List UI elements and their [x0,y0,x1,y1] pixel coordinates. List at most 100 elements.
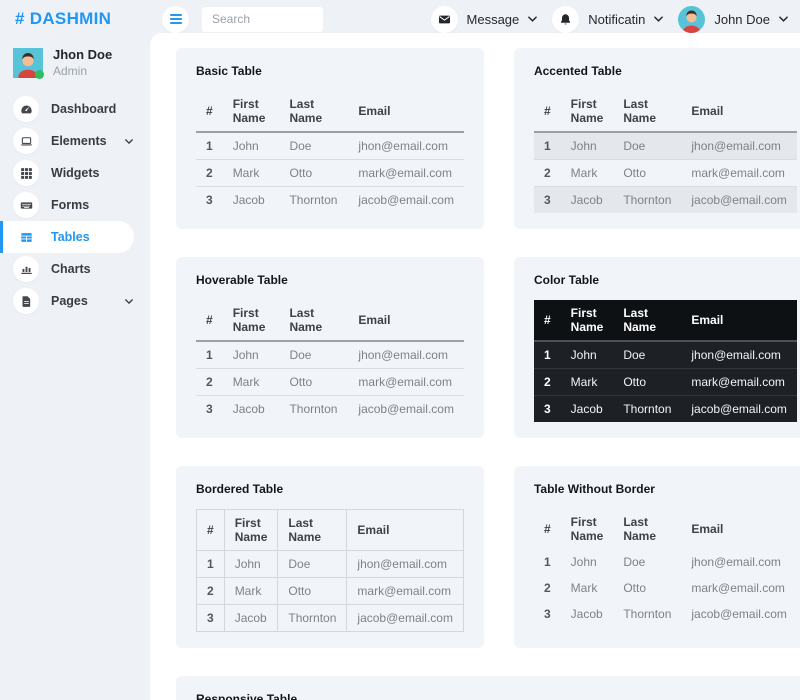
table-cell: Otto [279,160,348,187]
chevron-down-icon [654,16,663,22]
table-row[interactable]: 2MarkOttomark@email.com [196,369,464,396]
row-number: 2 [197,578,225,605]
card-responsive-table: Responsive Table #First NameLast NameEma… [176,676,800,700]
card-title: Table Without Border [534,482,797,496]
chevron-down-icon [125,299,133,304]
row-number: 2 [196,160,223,187]
table-row: 2MarkOttomark@email.com [196,160,464,187]
user-dropdown[interactable]: John Doe [678,6,788,33]
card-bordered-table: Bordered Table #First NameLast NameEmail… [176,466,484,648]
table-cell: Mark [561,160,614,187]
card-title: Color Table [534,273,797,287]
table-cell: jacob@email.com [681,396,797,423]
sidebar-item-elements[interactable]: Elements [0,125,150,157]
sidebar-item-forms[interactable]: Forms [0,189,150,221]
column-header: # [534,509,561,549]
sidebar: Jhon Doe Admin Dashboard Elements Widget… [0,38,150,700]
brand-logo[interactable]: # DASHMIN [15,9,143,29]
column-header: First Name [223,91,280,132]
table-cell: Thornton [279,187,348,214]
table-row: 1JohnDoejhon@email.com [197,551,464,578]
message-label: Message [467,12,520,27]
widgets-icon [13,160,39,186]
table-header-row: #First NameLast NameEmail [196,91,464,132]
table-cell: John [223,341,280,369]
column-header: Last Name [279,300,348,341]
table-without-border: #First NameLast NameEmail1JohnDoejhon@em… [534,509,797,627]
column-header: Email [681,509,797,549]
table-cell: Otto [613,575,681,601]
user-name: John Doe [714,12,770,27]
table-cell: jacob@email.com [348,396,464,423]
table-header-row: #First NameLast NameEmail [534,300,797,341]
row-number: 1 [534,549,561,575]
table-cell: Jacob [223,396,280,423]
table-cell: Thornton [613,187,681,214]
table-row: 1JohnDoejhon@email.com [534,341,797,369]
table-cell: jacob@email.com [681,187,797,214]
card-title: Bordered Table [196,482,464,496]
message-dropdown[interactable]: Message [431,6,538,33]
table-cell: Mark [561,575,614,601]
sidebar-item-widgets[interactable]: Widgets [0,157,150,189]
profile-avatar [13,48,43,78]
search-input[interactable] [202,7,323,32]
row-number: 3 [196,396,223,423]
color-table: #First NameLast NameEmail1JohnDoejhon@em… [534,300,797,422]
notification-dropdown[interactable]: Notificatin [552,6,663,33]
chevron-down-icon [528,16,537,22]
dashboard-icon [13,96,39,122]
sidebar-item-tables[interactable]: Tables [0,221,134,253]
table-cell: John [561,341,614,369]
column-header: First Name [224,510,278,551]
column-header: # [534,300,561,341]
table-cell: jhon@email.com [348,341,464,369]
sidebar-item-dashboard[interactable]: Dashboard [0,93,150,125]
sidebar-item-label: Forms [51,198,89,212]
column-header: First Name [223,300,280,341]
column-header: First Name [561,509,614,549]
table-row: 2MarkOttomark@email.com [534,160,797,187]
column-header: # [196,91,223,132]
table-cell: John [561,549,614,575]
row-number: 2 [534,575,561,601]
table-row: 3JacobThorntonjacob@email.com [197,605,464,632]
table-cell: jhon@email.com [681,132,797,160]
card-table-without-border: Table Without Border #First NameLast Nam… [514,466,800,648]
column-header: # [534,91,561,132]
menu-toggle-button[interactable] [162,6,189,33]
sidebar-profile[interactable]: Jhon Doe Admin [0,46,150,80]
chevron-down-icon [125,139,133,144]
sidebar-item-charts[interactable]: Charts [0,253,150,285]
table-cell: jhon@email.com [681,341,797,369]
column-header: # [197,510,225,551]
sidebar-item-pages[interactable]: Pages [0,285,150,317]
table-cell: Jacob [224,605,278,632]
table-row: 2MarkOttomark@email.com [534,369,797,396]
table-cell: John [561,132,614,160]
table-cell: mark@email.com [681,160,797,187]
table-cell: mark@email.com [681,369,797,396]
table-cell: Jacob [561,187,614,214]
chevron-down-icon [779,16,788,22]
table-cell: Mark [224,578,278,605]
table-cell: Otto [613,160,681,187]
card-hoverable-table: Hoverable Table #First NameLast NameEmai… [176,257,484,438]
table-cell: Otto [613,369,681,396]
table-row[interactable]: 1JohnDoejhon@email.com [196,341,464,369]
table-cell: jacob@email.com [347,605,464,632]
row-number: 2 [534,160,561,187]
sidebar-item-label: Charts [51,262,91,276]
table-cell: Doe [613,132,681,160]
card-title: Responsive Table [196,692,797,700]
table-cell: mark@email.com [348,160,464,187]
table-row: 1JohnDoejhon@email.com [534,549,797,575]
table-row: 3JacobThorntonjacob@email.com [534,601,797,627]
table-cell: Thornton [278,605,347,632]
user-avatar [678,6,705,33]
table-row[interactable]: 3JacobThorntonjacob@email.com [196,396,464,423]
table-cell: Thornton [613,396,681,423]
table-cell: Doe [613,549,681,575]
row-number: 1 [196,341,223,369]
row-number: 1 [534,132,561,160]
